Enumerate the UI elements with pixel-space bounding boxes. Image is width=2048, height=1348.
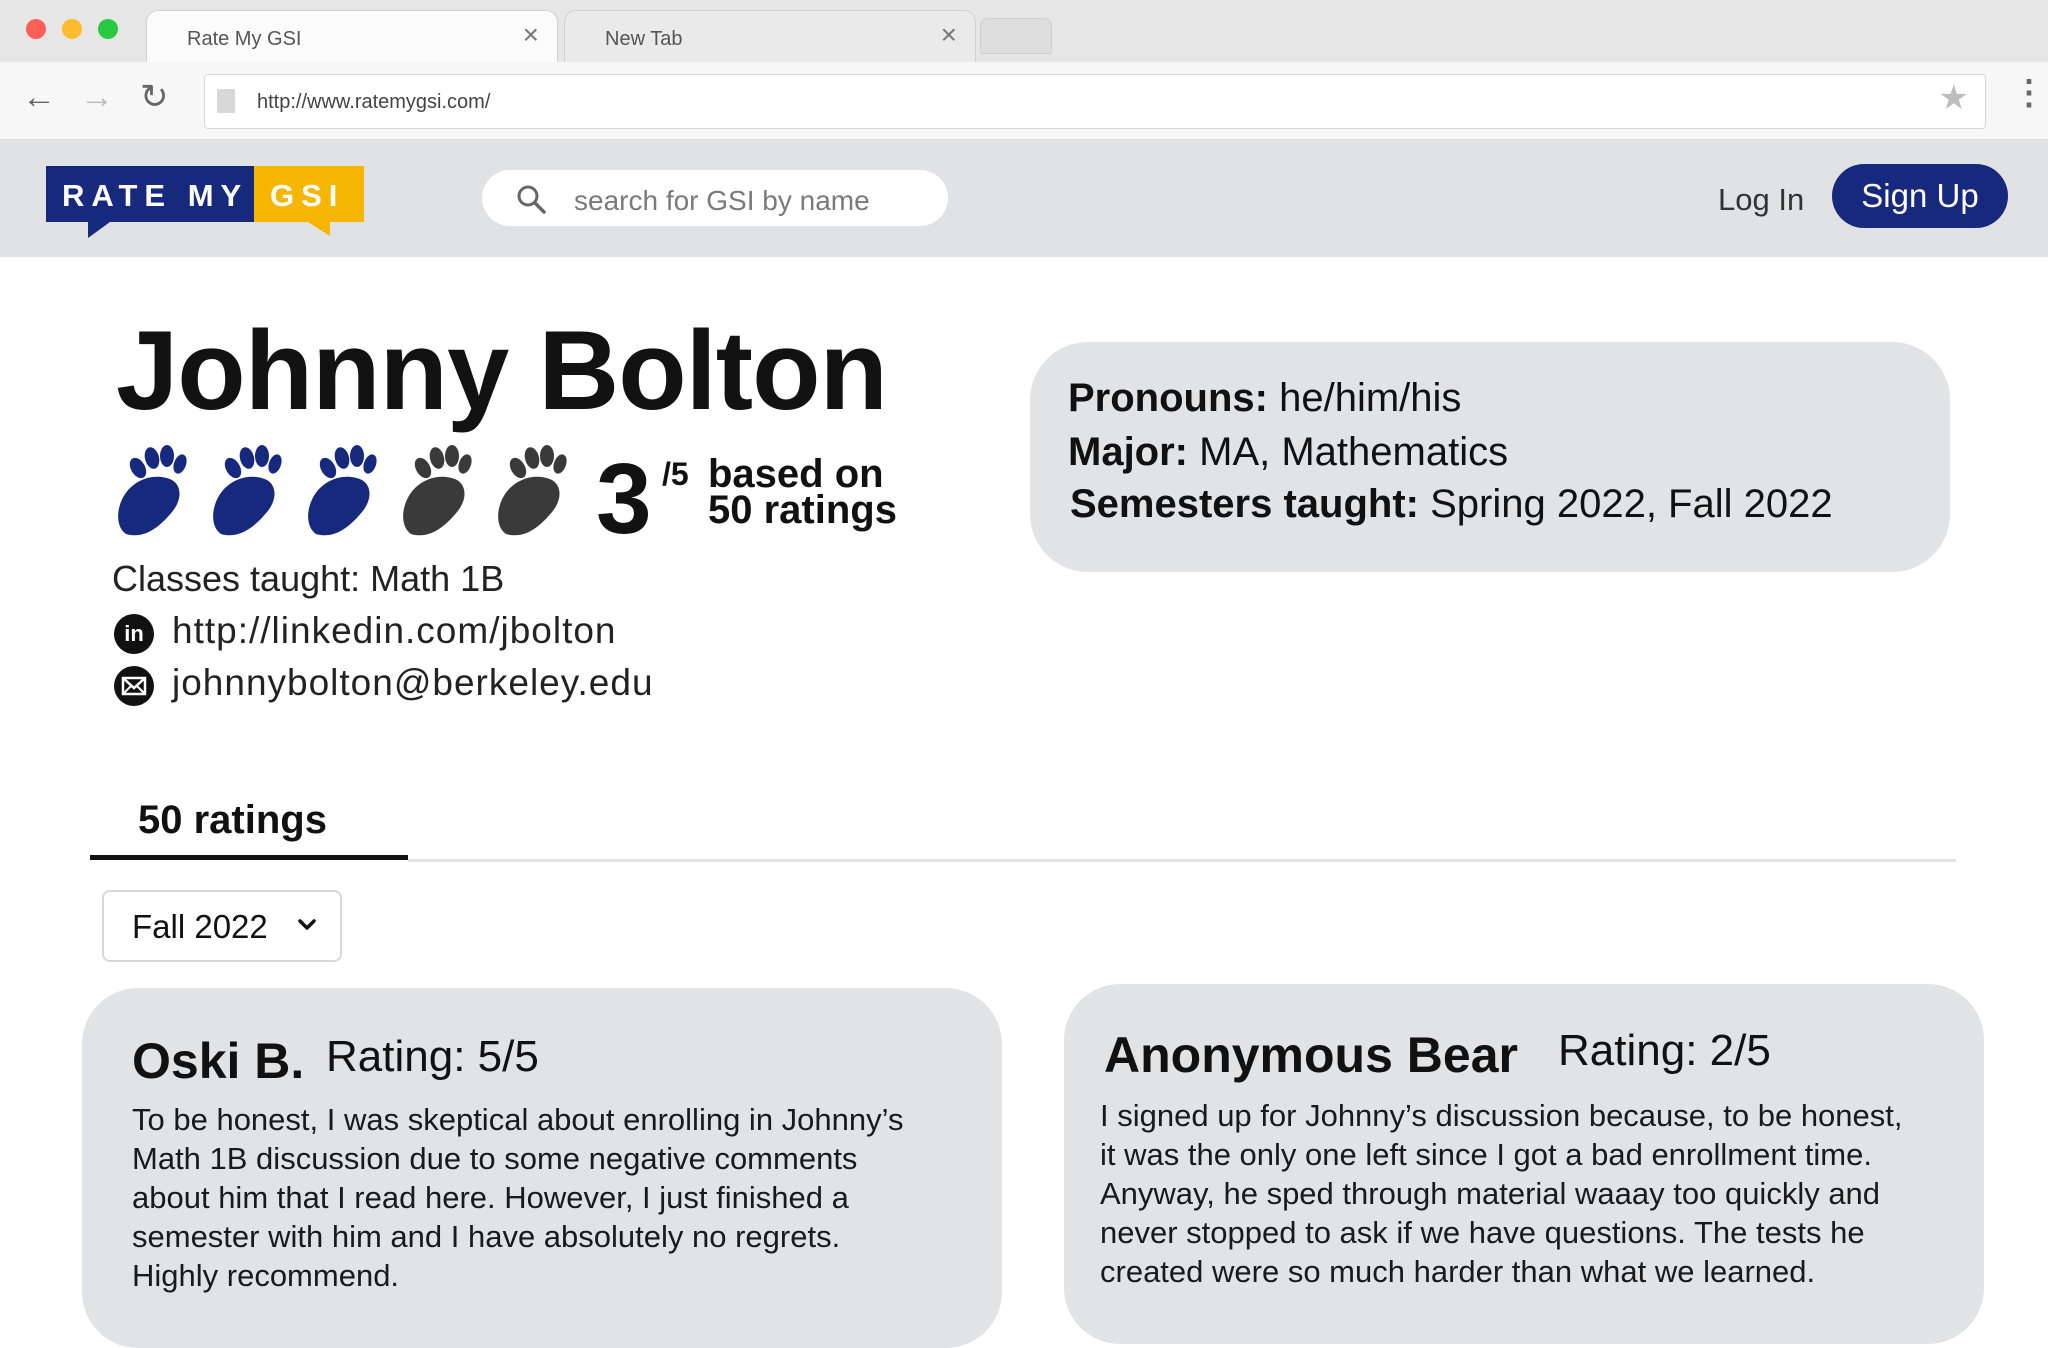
active-tab-indicator (90, 855, 408, 860)
rating-out-of: /5 (662, 456, 689, 492)
tab-divider (408, 859, 1956, 862)
page-icon (217, 89, 235, 113)
major-row: Major: MA, Mathematics (1068, 430, 1508, 475)
review-text-line: semester with him and I have absolutely … (132, 1219, 841, 1254)
semester-filter-dropdown[interactable]: Fall 2022 (102, 890, 342, 962)
email-icon (114, 666, 154, 706)
review-text-line: I signed up for Johnny’s discussion beca… (1100, 1098, 1903, 1133)
paw-filled-icon (308, 445, 377, 536)
pronouns-row: Pronouns: he/him/his (1068, 376, 1461, 421)
semesters-value: Spring 2022, Fall 2022 (1430, 482, 1833, 526)
back-arrow-icon[interactable]: ← (22, 80, 56, 114)
search-placeholder: search for GSI by name (574, 185, 870, 216)
gsi-name: Johnny Bolton (116, 308, 888, 433)
semesters-row: Semesters taught: Spring 2022, Fall 2022 (1070, 482, 1833, 527)
address-bar[interactable]: http://www.ratemygsi.com/ ★ (204, 74, 1986, 129)
review-text-line: Math 1B discussion due to some negative … (132, 1141, 858, 1176)
forward-arrow-icon[interactable]: → (80, 80, 114, 114)
major-label: Major: (1068, 430, 1188, 474)
browser-menu-icon[interactable]: ⋮ (2012, 76, 2046, 110)
review-author: Anonymous Bear (1104, 1027, 1518, 1083)
review-card: Oski B. Rating: 5/5 To be honest, I was … (82, 988, 1002, 1348)
new-tab-button[interactable] (980, 18, 1052, 54)
paw-empty-icon (498, 445, 567, 536)
tab-close-icon[interactable]: × (941, 21, 957, 49)
paw-filled-icon (213, 445, 282, 536)
logo-speech-tail (308, 222, 330, 236)
major-value: MA, Mathematics (1199, 430, 1509, 474)
rating-score: 3 (596, 443, 652, 555)
tab-title: New Tab (605, 28, 683, 50)
reload-icon[interactable]: ↻ (140, 80, 169, 114)
chevron-down-icon (298, 919, 316, 930)
bookmark-star-icon[interactable]: ★ (1939, 81, 1969, 115)
signup-button[interactable]: Sign Up (1832, 164, 2008, 228)
review-text-line: about him that I read here. However, I j… (132, 1180, 849, 1215)
review-text-line: never stopped to ask if we have question… (1100, 1215, 1865, 1250)
search-icon (517, 185, 546, 214)
review-text-line: it was the only one left since I got a b… (1100, 1137, 1872, 1172)
review-text-line: To be honest, I was skeptical about enro… (132, 1102, 904, 1137)
url-text: http://www.ratemygsi.com/ (257, 91, 491, 113)
rating-count: based on 50 ratings (708, 452, 897, 532)
logo-text-gsi: GSI (270, 178, 345, 213)
rating-count-line: based on (708, 452, 884, 496)
logo-text-rate-my: RATE MY (62, 178, 249, 213)
browser-tab-bar: Rate My GSI × New Tab × (0, 0, 2048, 64)
review-text-line: Highly recommend. (132, 1258, 400, 1293)
paw-empty-icon (403, 445, 472, 536)
gsi-search-box[interactable]: search for GSI by name (482, 170, 948, 226)
window-maximize-button[interactable] (98, 19, 118, 39)
review-text: To be honest, I was skeptical about enro… (132, 1100, 903, 1295)
browser-tab-active[interactable]: Rate My GSI × (146, 10, 558, 64)
classes-taught: Classes taught: Math 1B (112, 558, 505, 599)
tab-ratings[interactable]: 50 ratings (138, 798, 327, 843)
review-card: Anonymous Bear Rating: 2/5 I signed up f… (1064, 984, 1984, 1344)
window-minimize-button[interactable] (62, 19, 82, 39)
gsi-info-card: Pronouns: he/him/his Major: MA, Mathemat… (1030, 342, 1950, 572)
review-rating: Rating: 2/5 (1558, 1026, 1771, 1075)
pronouns-label: Pronouns: (1068, 376, 1268, 420)
review-text: I signed up for Johnny’s discussion beca… (1100, 1096, 1903, 1291)
window-close-button[interactable] (26, 19, 46, 39)
semesters-label: Semesters taught: (1070, 482, 1419, 526)
tab-title: Rate My GSI (187, 28, 302, 50)
linkedin-icon: in (114, 614, 154, 654)
semester-filter-value: Fall 2022 (132, 908, 268, 945)
site-logo[interactable]: RATE MY GSI (46, 166, 364, 238)
review-text-line: Anyway, he sped through material waaay t… (1100, 1176, 1881, 1211)
login-link[interactable]: Log In (1718, 182, 1804, 218)
logo-speech-tail (88, 222, 110, 238)
pronouns-value: he/him/his (1279, 376, 1462, 420)
email-link[interactable]: johnnybolton@berkeley.edu (172, 662, 654, 704)
linkedin-link[interactable]: http://linkedin.com/jbolton (172, 610, 617, 652)
review-rating: Rating: 5/5 (326, 1032, 539, 1081)
tab-close-icon[interactable]: × (523, 21, 539, 49)
browser-tab-new[interactable]: New Tab × (564, 10, 976, 64)
site-header: RATE MY GSI search for GSI by name Log I… (0, 140, 2048, 257)
browser-toolbar: ← → ↻ http://www.ratemygsi.com/ ★ ⋮ (0, 62, 2048, 140)
paw-filled-icon (118, 445, 187, 536)
rating-count-line: 50 ratings (708, 488, 897, 532)
review-author: Oski B. (132, 1033, 305, 1089)
review-text-line: created were so much harder than what we… (1100, 1254, 1816, 1289)
paw-rating (118, 445, 567, 536)
